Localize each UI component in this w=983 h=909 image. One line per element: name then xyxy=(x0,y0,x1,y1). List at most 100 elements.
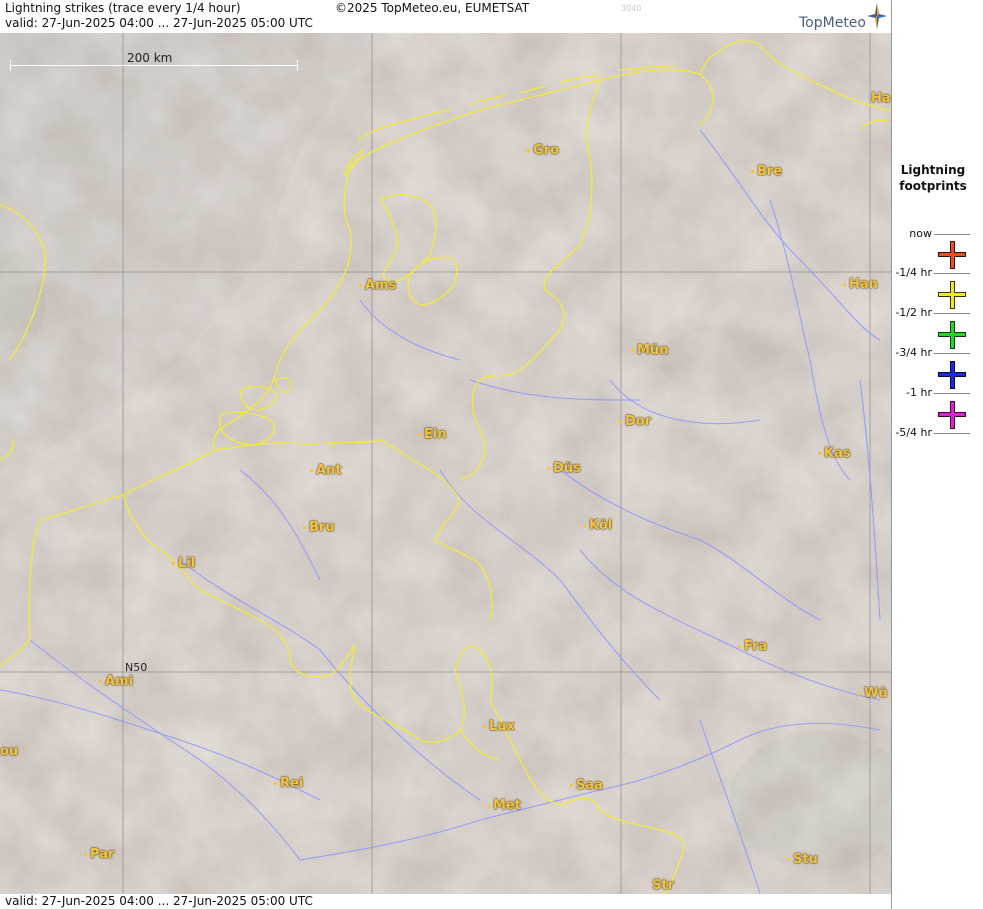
city-name: Lux xyxy=(489,719,515,734)
city-name: Ant xyxy=(316,463,342,478)
city-label[interactable]: Bru xyxy=(303,520,335,535)
lightning-cross-green-icon xyxy=(938,321,966,349)
city-dot xyxy=(787,858,790,861)
cloud-texture xyxy=(0,33,891,894)
city-dot xyxy=(172,562,175,565)
city-dot xyxy=(583,524,586,527)
city-name: Köl xyxy=(589,518,613,533)
city-label[interactable]: Ams xyxy=(359,278,396,293)
city-dot xyxy=(483,725,486,728)
city-dot xyxy=(619,420,622,423)
brand-name[interactable]: TopMeteo xyxy=(799,15,866,31)
legend-time-label: -1 hr xyxy=(906,386,932,399)
legend-divider xyxy=(934,313,970,314)
city-label[interactable]: Han xyxy=(843,277,878,292)
legend-time-label: -1/2 hr xyxy=(895,306,932,319)
city-name: Lil xyxy=(178,556,196,571)
city-label[interactable]: Köl xyxy=(583,518,612,533)
city-label[interactable]: Str xyxy=(652,878,674,893)
city-name: Rei xyxy=(280,776,304,791)
legend-time-label: -1/4 hr xyxy=(895,266,932,279)
city-label[interactable]: Lux xyxy=(483,719,515,734)
city-label[interactable]: Bre xyxy=(751,164,782,179)
legend-title-line2: footprints xyxy=(899,179,967,193)
legend-divider xyxy=(934,433,970,434)
legend-time-label: -5/4 hr xyxy=(895,426,932,439)
city-name: Ams xyxy=(365,278,397,293)
city-dot xyxy=(359,284,362,287)
valid-time: valid: 27-Jun-2025 04:00 ... 27-Jun-2025… xyxy=(5,16,313,30)
latitude-label: N50 xyxy=(125,661,148,674)
city-name: Par xyxy=(90,847,115,862)
city-name: Fra xyxy=(744,639,768,654)
legend-divider xyxy=(934,353,970,354)
footer-valid-time: valid: 27-Jun-2025 04:00 ... 27-Jun-2025… xyxy=(5,894,313,908)
city-name: Han xyxy=(849,277,878,292)
city-dot xyxy=(418,433,421,436)
lightning-cross-yellow-icon xyxy=(938,281,966,309)
compass-star-icon xyxy=(867,3,887,29)
city-dot xyxy=(738,645,741,648)
legend-title: Lightning footprints xyxy=(892,162,974,194)
city-dot xyxy=(487,804,490,807)
city-label[interactable]: Ein xyxy=(418,427,447,442)
scale-bar-line xyxy=(10,65,298,66)
city-label[interactable]: Mün xyxy=(631,343,668,358)
city-label[interactable]: Düs xyxy=(547,461,581,476)
legend-time-label: -3/4 hr xyxy=(895,346,932,359)
legend-divider xyxy=(934,393,970,394)
city-label[interactable]: Met xyxy=(487,798,521,813)
city-name: Dor xyxy=(625,414,652,429)
legend-time-label: now xyxy=(909,227,932,240)
city-label[interactable]: Saa xyxy=(570,778,603,793)
city-label[interactable]: Stu xyxy=(787,852,818,867)
lightning-cross-magenta-icon xyxy=(938,401,966,429)
city-label[interactable]: Ant xyxy=(310,463,342,478)
city-label[interactable]: Dor xyxy=(619,414,651,429)
city-label[interactable]: Kas xyxy=(818,446,851,461)
city-name: Saa xyxy=(576,778,603,793)
city-name: Gro xyxy=(533,143,560,158)
city-label[interactable]: Wü xyxy=(858,686,888,701)
city-label[interactable]: Par xyxy=(84,847,114,862)
city-dot xyxy=(99,680,102,683)
city-dot xyxy=(310,469,313,472)
city-name: Düs xyxy=(553,461,581,476)
city-label[interactable]: Lil xyxy=(172,556,195,571)
satellite-map[interactable]: 200 km N50 Ha Gro Bre Ams Han Mün Dor Ei… xyxy=(0,33,891,894)
city-label[interactable]: Gro xyxy=(527,143,559,158)
city-name: Mün xyxy=(637,343,669,358)
city-label[interactable]: Ha xyxy=(871,91,891,106)
legend-divider xyxy=(934,273,970,274)
header: Lightning strikes (trace every 1/4 hour)… xyxy=(0,0,891,33)
city-name: Ein xyxy=(424,427,447,442)
city-name: Stu xyxy=(793,852,818,867)
city-dot xyxy=(858,692,861,695)
footer: valid: 27-Jun-2025 04:00 ... 27-Jun-2025… xyxy=(0,894,891,909)
legend-time-row: -5/4 hr xyxy=(892,426,983,447)
lightning-map-app: Lightning strikes (trace every 1/4 hour)… xyxy=(0,0,983,909)
city-label[interactable]: Rei xyxy=(274,776,303,791)
city-dot xyxy=(303,526,306,529)
city-dot xyxy=(631,349,634,352)
city-dot xyxy=(84,853,87,856)
city-label[interactable]: ou xyxy=(0,744,18,759)
city-label[interactable]: Fra xyxy=(738,639,767,654)
city-dot xyxy=(527,149,530,152)
scale-bar-tick-left xyxy=(10,60,11,71)
city-dot xyxy=(274,782,277,785)
lightning-cross-orange-icon xyxy=(938,241,966,269)
city-dot xyxy=(570,784,573,787)
map-graphics xyxy=(0,33,891,894)
map-code: 3040 xyxy=(621,4,642,13)
city-dot xyxy=(818,452,821,455)
city-dot xyxy=(843,283,846,286)
scale-bar-label: 200 km xyxy=(125,51,175,65)
city-name: Bru xyxy=(309,520,335,535)
city-name: Met xyxy=(493,798,521,813)
copyright: ©2025 TopMeteo.eu, EUMETSAT xyxy=(335,1,530,15)
lightning-cross-blue-icon xyxy=(938,361,966,389)
city-dot xyxy=(547,467,550,470)
scale-bar: 200 km xyxy=(10,51,298,71)
city-label[interactable]: Ami xyxy=(99,674,133,689)
